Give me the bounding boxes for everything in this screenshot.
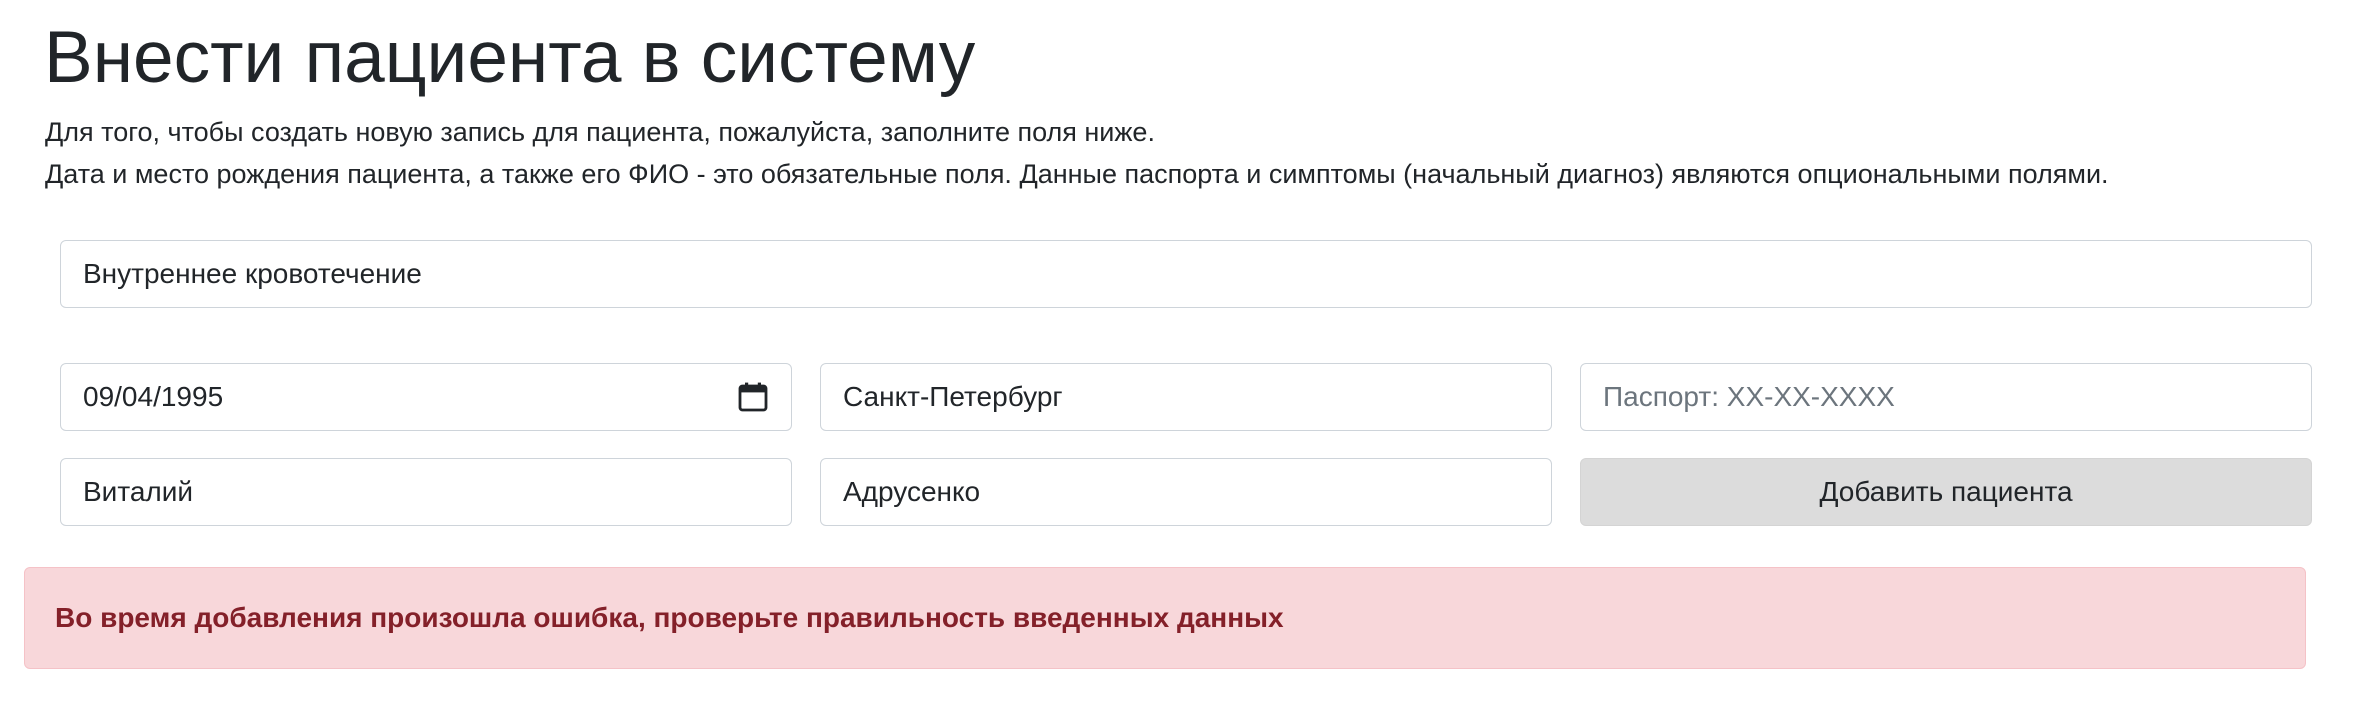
intro-text-line-1: Для того, чтобы создать новую запись для… — [45, 117, 1155, 147]
birth-date-input[interactable]: 09/04/1995 — [60, 363, 792, 431]
error-alert-message: Во время добавления произошла ошибка, пр… — [55, 602, 1284, 633]
birth-date-input-value: 09/04/1995 — [83, 381, 224, 412]
calendar-icon[interactable] — [737, 381, 769, 413]
symptoms-input[interactable]: Внутреннее кровотечение — [60, 240, 2312, 308]
passport-input[interactable]: Паспорт: XX-XX-XXXX — [1580, 363, 2312, 431]
birth-place-input[interactable]: Санкт-Петербург — [820, 363, 1552, 431]
last-name-input-value: Адрусенко — [843, 476, 981, 507]
add-patient-button[interactable]: Добавить пациента — [1580, 458, 2312, 526]
last-name-input[interactable]: Адрусенко — [820, 458, 1552, 526]
passport-input-placeholder: Паспорт: XX-XX-XXXX — [1603, 381, 1895, 412]
symptoms-input-value: Внутреннее кровотечение — [83, 258, 422, 289]
intro-text-line-2: Дата и место рождения пациента, а также … — [45, 159, 2109, 189]
first-name-input-value: Виталий — [83, 476, 194, 507]
add-patient-button-label: Добавить пациента — [1819, 476, 2073, 507]
error-alert: Во время добавления произошла ошибка, пр… — [24, 567, 2306, 669]
first-name-input[interactable]: Виталий — [60, 458, 792, 526]
birth-place-input-value: Санкт-Петербург — [843, 381, 1063, 412]
page-title: Внести пациента в систему — [44, 17, 976, 98]
